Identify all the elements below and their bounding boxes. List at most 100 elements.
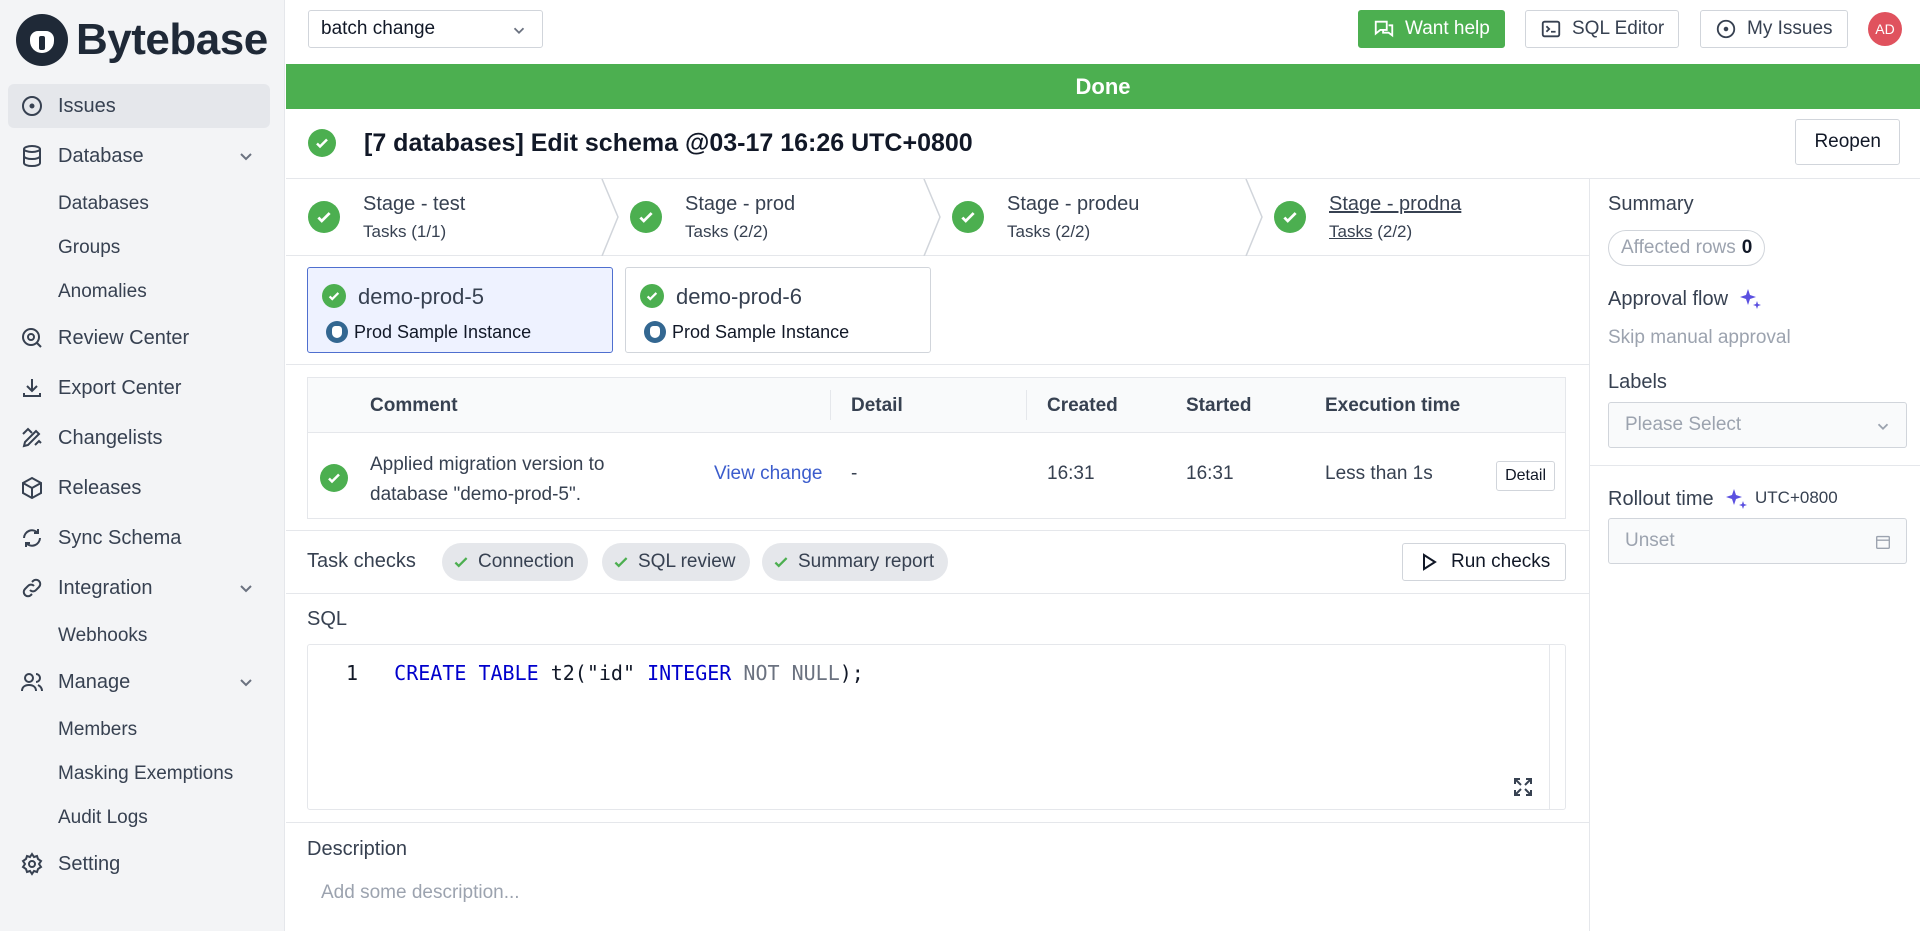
expand-icon[interactable] <box>1511 775 1535 799</box>
sidebar-item-integration[interactable]: Integration <box>8 566 270 610</box>
sidebar-item-export-center[interactable]: Export Center <box>8 366 270 410</box>
sidebar-item-anomalies[interactable]: Anomalies <box>8 272 270 312</box>
postgres-icon <box>644 321 666 343</box>
stage-name: Stage - prod <box>685 193 796 215</box>
sql-editor-label: SQL Editor <box>1572 18 1665 39</box>
sidebar-item-review-center[interactable]: Review Center <box>8 316 270 360</box>
stage-tasks: Tasks (2/2) <box>1329 222 1412 242</box>
run-started: 16:31 <box>1186 463 1234 484</box>
labels-select[interactable]: Please Select <box>1608 402 1907 448</box>
postgres-icon <box>326 321 348 343</box>
sidebar-item-manage[interactable]: Manage <box>8 660 270 704</box>
gear-icon <box>20 852 44 876</box>
check-chip-connection[interactable]: Connection <box>442 543 589 581</box>
labels-placeholder: Please Select <box>1625 414 1742 435</box>
sparkle-icon[interactable] <box>1724 487 1748 511</box>
approval-flow-value: Skip manual approval <box>1608 327 1791 348</box>
chevron-down-icon <box>240 585 252 593</box>
approval-flow-row: Approval flow <box>1608 287 1762 311</box>
description-label: Description <box>307 838 408 860</box>
divider <box>286 593 1589 594</box>
stage-test[interactable]: Stage - test Tasks (1/1) <box>286 179 608 256</box>
editor-scrollbar[interactable] <box>1549 645 1565 809</box>
bytebase-logo[interactable]: Bytebase <box>16 14 268 66</box>
issue-title[interactable]: [7 databases] Edit schema @03-17 16:26 U… <box>364 129 973 158</box>
sql-identifier: t2 <box>538 661 575 685</box>
run-done-check-icon <box>320 464 348 492</box>
sidebar-item-databases[interactable]: Databases <box>8 184 270 224</box>
task-card-demo-prod-6[interactable]: demo-prod-6 Prod Sample Instance <box>625 267 931 353</box>
stage-done-check-icon <box>1274 201 1306 233</box>
run-detail-button[interactable]: Detail <box>1496 461 1555 491</box>
changelist-icon <box>20 426 44 450</box>
stage-tasks-label: Tasks <box>1329 222 1373 241</box>
sidebar-item-members[interactable]: Members <box>8 710 270 750</box>
my-issues-button[interactable]: My Issues <box>1700 10 1848 48</box>
sidebar-item-label: Setting <box>58 852 121 875</box>
task-name: demo-prod-5 <box>358 284 484 309</box>
sidebar-item-issues[interactable]: Issues <box>8 84 270 128</box>
check-chip-sql-review[interactable]: SQL review <box>602 543 750 581</box>
sidebar-item-label: Manage <box>58 670 131 693</box>
sql-editor-button[interactable]: SQL Editor <box>1525 10 1680 48</box>
sidebar-item-label: Changelists <box>58 426 163 449</box>
want-help-button[interactable]: Want help <box>1358 10 1505 48</box>
sidebar-item-label: Issues <box>58 94 116 117</box>
sidebar-item-setting[interactable]: Setting <box>8 842 270 886</box>
sidebar-item-database[interactable]: Database <box>8 134 270 178</box>
reopen-button[interactable]: Reopen <box>1795 119 1900 165</box>
stage-tasks-count: (2/2) <box>1377 222 1413 241</box>
issue-side-panel: Summary Affected rows 0 Approval flow Sk… <box>1589 179 1920 931</box>
task-card-demo-prod-5[interactable]: demo-prod-5 Prod Sample Instance <box>307 267 613 353</box>
sidebar-item-groups[interactable]: Groups <box>8 228 270 268</box>
stage-prod[interactable]: Stage - prod Tasks (2/2) <box>608 179 930 256</box>
chevron-down-icon <box>240 679 252 687</box>
description-input[interactable]: Add some description... <box>321 882 520 904</box>
sidebar-item-label: Integration <box>58 576 153 599</box>
brand-name: Bytebase <box>76 15 268 64</box>
view-change-link[interactable]: View change <box>714 463 822 485</box>
sync-icon <box>20 526 44 550</box>
check-icon <box>774 557 788 568</box>
rollout-time-row: Rollout time <box>1608 487 1748 511</box>
stage-name: Stage - test <box>363 193 466 215</box>
stage-tasks-label: Tasks <box>363 222 407 241</box>
sidebar-item-changelists[interactable]: Changelists <box>8 416 270 460</box>
run-created: 16:31 <box>1047 463 1095 484</box>
chevron-down-icon <box>240 153 252 161</box>
divider <box>286 530 1589 531</box>
my-issues-label: My Issues <box>1747 18 1833 39</box>
sidebar-item-releases[interactable]: Releases <box>8 466 270 510</box>
divider <box>286 822 1589 823</box>
run-execution-time: Less than 1s <box>1325 463 1433 484</box>
calendar-icon <box>1876 535 1890 549</box>
check-chip-label: SQL review <box>638 551 736 572</box>
approval-flow-label: Approval flow <box>1608 287 1729 310</box>
sql-close: ); <box>839 661 864 685</box>
check-chip-summary-report[interactable]: Summary report <box>762 543 949 581</box>
project-select[interactable]: batch change <box>308 10 543 48</box>
package-icon <box>20 476 44 500</box>
sparkle-icon[interactable] <box>1738 287 1762 311</box>
issues-circle-icon <box>1716 19 1736 39</box>
stage-prodeu[interactable]: Stage - prodeu Tasks (2/2) <box>930 179 1252 256</box>
divider <box>286 364 1589 365</box>
stage-prodna[interactable]: Stage - prodna Tasks (2/2) <box>1252 179 1574 256</box>
sql-constraint: NOT NULL <box>731 661 840 685</box>
sidebar-item-webhooks[interactable]: Webhooks <box>8 616 270 656</box>
run-checks-button[interactable]: Run checks <box>1402 543 1566 581</box>
sql-section-label: SQL <box>307 608 348 630</box>
sidebar-item-audit-logs[interactable]: Audit Logs <box>8 798 270 838</box>
sidebar-item-sync-schema[interactable]: Sync Schema <box>8 516 270 560</box>
chat-icon <box>1374 20 1394 38</box>
user-avatar[interactable]: AD <box>1868 12 1902 46</box>
line-number: 1 <box>346 661 359 685</box>
stage-name: Stage - prodna <box>1329 193 1462 215</box>
sidebar-nav: Issues Database Databases Groups Anomali… <box>8 84 270 892</box>
sql-paren: ( <box>574 661 587 685</box>
column-header-created: Created <box>1047 395 1118 416</box>
rollout-time-picker[interactable]: Unset <box>1608 518 1907 564</box>
sql-editor[interactable]: 1 CREATE TABLE t2("id" INTEGER NOT NULL)… <box>307 644 1566 810</box>
sidebar-item-masking-exemptions[interactable]: Masking Exemptions <box>8 754 270 794</box>
bytebase-logo-icon <box>16 14 68 66</box>
